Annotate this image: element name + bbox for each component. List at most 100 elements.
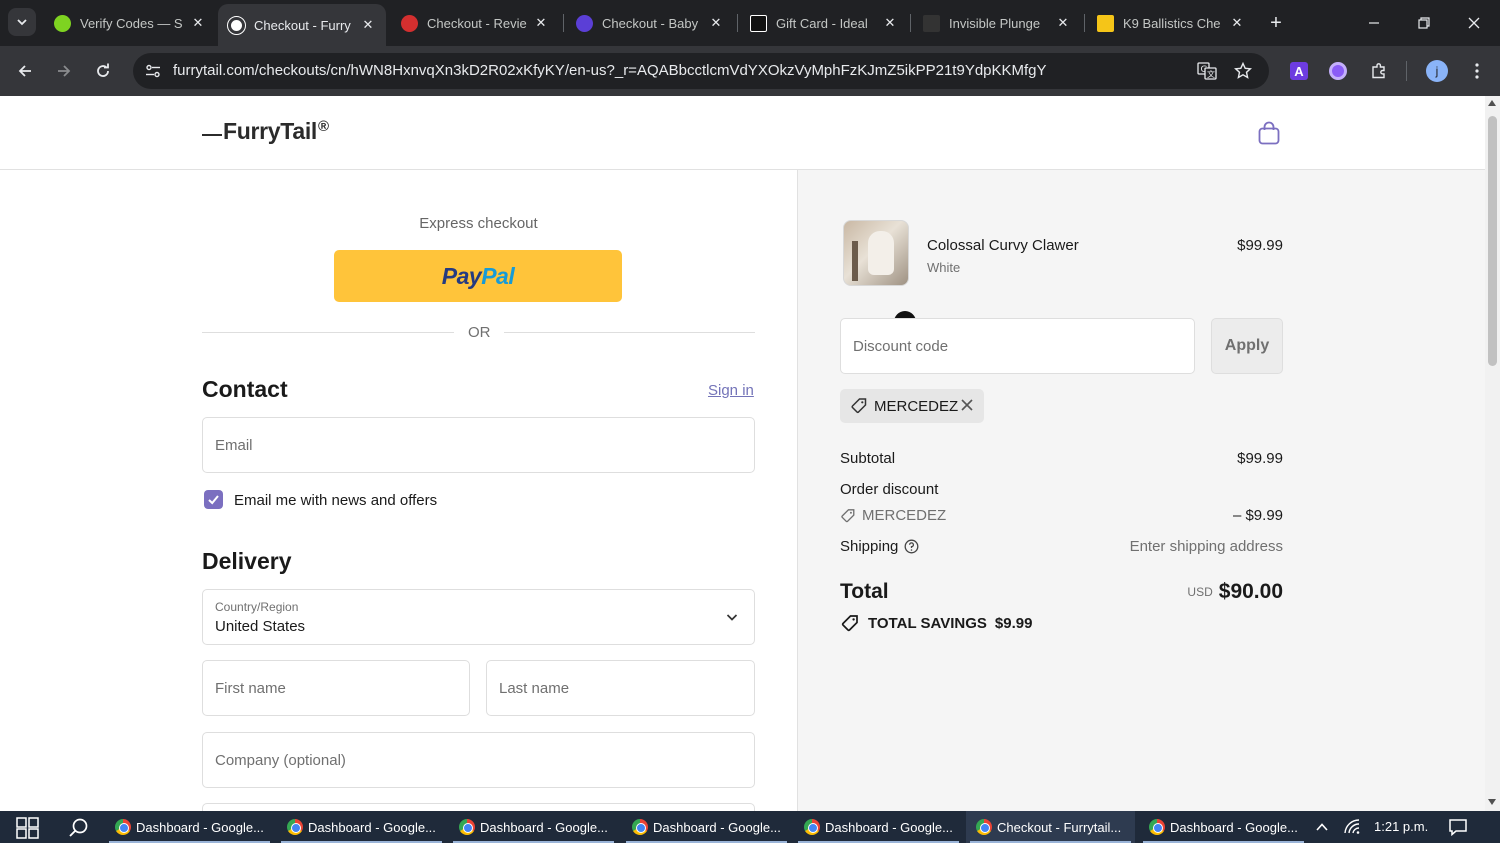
taskbar-window[interactable]: Dashboard - Google... (105, 811, 274, 843)
minimize-button[interactable] (1352, 8, 1396, 38)
profile-avatar-icon[interactable]: j (1425, 59, 1449, 83)
tab-k9-ballistics[interactable]: K9 Ballistics Che ✕ (1087, 6, 1255, 40)
tab-title: Checkout - Revie (427, 15, 527, 31)
close-tab-icon[interactable]: ✕ (1229, 15, 1245, 31)
favicon-icon (227, 15, 246, 35)
taskbar-window-active[interactable]: Checkout - Furrytail... (966, 811, 1135, 843)
close-tab-icon[interactable]: ✕ (533, 15, 549, 31)
notifications-icon[interactable] (1448, 818, 1468, 841)
reload-icon (97, 63, 109, 77)
site-info-icon[interactable] (145, 64, 161, 78)
currency-code: USD (1187, 585, 1213, 599)
subtotal-value: $99.99 (1237, 450, 1283, 467)
scroll-down-icon[interactable] (1488, 799, 1496, 805)
scrollbar-thumb[interactable] (1488, 116, 1497, 366)
sign-in-link[interactable]: Sign in (708, 382, 754, 399)
system-clock[interactable]: 1:21 p.m. (1374, 819, 1428, 834)
paypal-button[interactable]: Pay Pal (334, 250, 622, 302)
applied-discount-chip: MERCEDEZ (840, 389, 984, 423)
tab-bar: Verify Codes — S ✕ Checkout - Furry ✕ Ch… (0, 0, 1500, 46)
last-name-field[interactable]: Last name (486, 660, 755, 716)
chrome-icon (632, 819, 648, 835)
shipping-label-row: Shipping (840, 538, 919, 555)
forward-button[interactable] (49, 56, 79, 86)
divider (202, 332, 454, 333)
search-icon[interactable] (68, 817, 90, 843)
new-tab-button[interactable]: + (1263, 10, 1289, 36)
windows-taskbar: Dashboard - Google... Dashboard - Google… (0, 811, 1500, 843)
chrome-icon (976, 819, 992, 835)
address-bar[interactable]: furrytail.com/checkouts/cn/hWN8HxnvqXn3k… (133, 53, 1269, 89)
tab-checkout-furrytail[interactable]: Checkout - Furry ✕ (218, 4, 386, 46)
browser-toolbar: furrytail.com/checkouts/cn/hWN8HxnvqXn3k… (0, 46, 1500, 96)
wifi-icon[interactable] (1343, 819, 1361, 840)
chrome-icon (1149, 819, 1165, 835)
svg-text:文: 文 (1207, 69, 1215, 79)
discount-value: – $9.99 (1232, 507, 1283, 524)
tab-search-button[interactable] (8, 8, 36, 36)
tab-title: Checkout - Furry (254, 17, 351, 33)
newsletter-label[interactable]: Email me with news and offers (234, 492, 437, 509)
extension-a-icon[interactable]: A (1287, 59, 1311, 83)
product-price: $99.99 (1237, 237, 1283, 254)
close-tab-icon[interactable]: ✕ (708, 15, 724, 31)
remove-discount-icon[interactable] (960, 398, 974, 412)
favicon-icon (54, 14, 71, 32)
divider (504, 332, 755, 333)
tag-icon (841, 508, 855, 522)
taskbar-window[interactable]: Dashboard - Google... (1139, 811, 1308, 843)
tag-icon (841, 615, 858, 632)
reload-button[interactable] (88, 56, 118, 86)
chrome-icon (804, 819, 820, 835)
help-circle-icon[interactable] (904, 539, 919, 554)
taskbar-window[interactable]: Dashboard - Google... (794, 811, 963, 843)
shipping-label: Shipping (840, 538, 899, 555)
start-grid-icon[interactable] (16, 817, 40, 843)
close-tab-icon[interactable]: ✕ (882, 15, 898, 31)
close-icon (1468, 17, 1480, 29)
scroll-up-icon[interactable] (1488, 100, 1496, 106)
taskbar-window[interactable]: Dashboard - Google... (622, 811, 791, 843)
extensions-puzzle-icon[interactable] (1367, 59, 1391, 83)
tab-gift-card[interactable]: Gift Card - Ideal ✕ (740, 6, 908, 40)
company-field[interactable]: Company (optional) (202, 732, 755, 788)
tab-checkout-baby[interactable]: Checkout - Baby ✕ (566, 6, 734, 40)
tab-verify-codes[interactable]: Verify Codes — S ✕ (44, 6, 216, 40)
taskbar-window[interactable]: Dashboard - Google... (277, 811, 446, 843)
or-label: OR (468, 324, 491, 341)
tab-title: Checkout - Baby (602, 15, 699, 31)
close-window-button[interactable] (1452, 8, 1496, 38)
tab-title: Invisible Plunge (949, 15, 1041, 31)
tag-icon (851, 398, 867, 414)
extension-swirl-icon[interactable] (1326, 59, 1350, 83)
shipping-value: Enter shipping address (1129, 538, 1283, 555)
bookmark-star-icon[interactable] (1234, 62, 1252, 80)
browser-menu-icon[interactable] (1465, 59, 1489, 83)
total-value: $90.00 (1218, 580, 1283, 603)
close-tab-icon[interactable]: ✕ (360, 17, 376, 33)
store-logo[interactable]: FurryTail® (202, 118, 329, 145)
address-field[interactable] (202, 803, 755, 811)
translate-icon[interactable]: G文 (1197, 62, 1217, 80)
newsletter-checkbox[interactable] (204, 490, 223, 509)
shopping-bag-icon[interactable] (1256, 120, 1282, 146)
tab-invisible-plunge[interactable]: Invisible Plunge ✕ (913, 6, 1081, 40)
tab-checkout-review[interactable]: Checkout - Revie ✕ (391, 6, 559, 40)
close-tab-icon[interactable]: ✕ (1055, 15, 1071, 31)
country-select[interactable]: Country/Region United States (202, 589, 755, 645)
discount-code-line: MERCEDEZ (840, 507, 946, 524)
discount-code-field[interactable]: Discount code (840, 318, 1195, 374)
tray-chevron-up-icon[interactable] (1315, 820, 1329, 838)
taskbar-window[interactable]: Dashboard - Google... (449, 811, 618, 843)
close-tab-icon[interactable]: ✕ (190, 15, 206, 31)
page-scrollbar[interactable] (1485, 96, 1500, 811)
first-name-field[interactable]: First name (202, 660, 470, 716)
checkout-page: FurryTail® Express checkout Pay Pal OR Co… (0, 96, 1485, 811)
restore-button[interactable] (1402, 8, 1446, 38)
apply-discount-button[interactable]: Apply (1211, 318, 1283, 374)
favicon-icon (1097, 14, 1114, 32)
chevron-down-icon (17, 19, 27, 26)
email-field[interactable]: Email (202, 417, 755, 473)
contact-heading: Contact (202, 376, 288, 402)
back-button[interactable] (10, 56, 40, 86)
